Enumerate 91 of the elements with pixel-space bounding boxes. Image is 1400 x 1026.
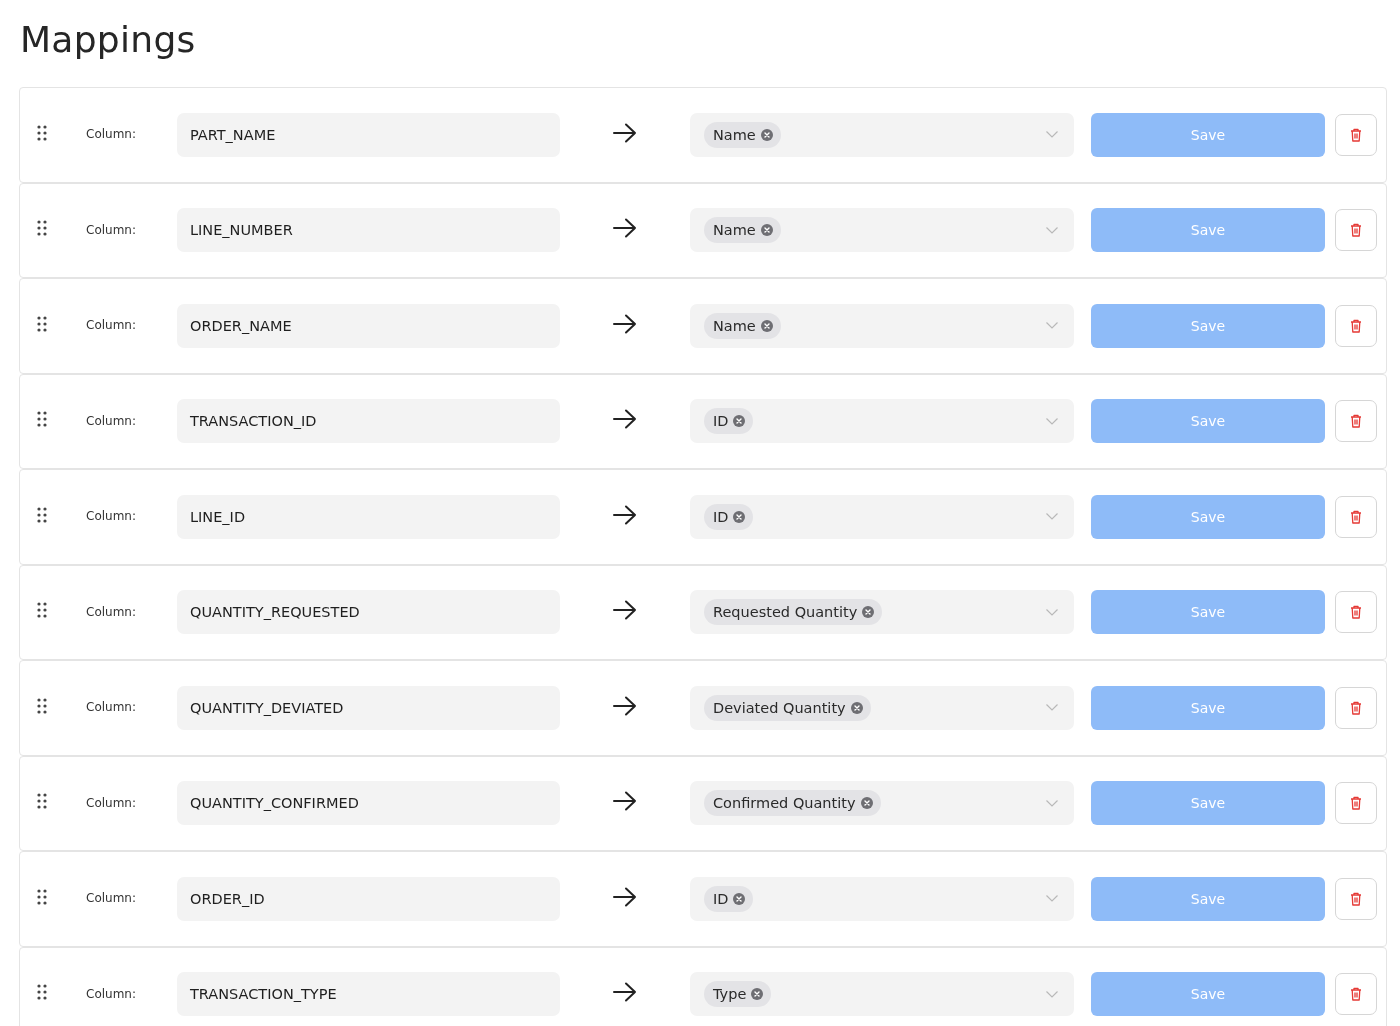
field-select[interactable]: Name: [690, 112, 1074, 157]
tag-label: Name: [713, 126, 756, 143]
drag-handle-icon[interactable]: [37, 220, 47, 237]
tag-label: Requested Quantity: [713, 604, 858, 621]
trash-icon: [1350, 318, 1362, 333]
drag-handle-icon[interactable]: [37, 697, 47, 714]
trash-icon: [1350, 987, 1362, 1002]
delete-button[interactable]: [1335, 113, 1377, 156]
column-label: Column:: [86, 986, 136, 1001]
arrow-right-icon: [613, 791, 637, 812]
delete-button[interactable]: [1335, 877, 1377, 920]
column-input[interactable]: QUANTITY_REQUESTED: [177, 590, 560, 635]
field-select[interactable]: Name: [690, 208, 1074, 253]
delete-button[interactable]: [1335, 495, 1377, 538]
column-label: Column:: [86, 222, 136, 237]
drag-handle-icon[interactable]: [37, 602, 47, 619]
drag-handle-icon[interactable]: [37, 984, 47, 1001]
field-select[interactable]: Name: [690, 303, 1074, 348]
column-label: Column:: [86, 891, 136, 906]
arrow-right-icon: [613, 600, 637, 621]
tag-label: Name: [713, 317, 756, 334]
trash-icon: [1350, 127, 1362, 142]
column-label: Column:: [86, 795, 136, 810]
column-label: Column:: [86, 413, 136, 428]
drag-handle-icon[interactable]: [37, 506, 47, 523]
column-label: Column:: [86, 509, 136, 524]
tag-label: ID: [713, 413, 729, 430]
remove-icon[interactable]: [733, 510, 746, 523]
column-label: Column:: [86, 127, 136, 142]
remove-icon[interactable]: [760, 128, 773, 141]
column-input[interactable]: TRANSACTION_TYPE: [177, 972, 560, 1017]
tag-label: ID: [713, 508, 729, 525]
trash-icon: [1350, 223, 1362, 238]
drag-handle-icon[interactable]: [37, 411, 47, 428]
delete-button[interactable]: [1335, 591, 1377, 634]
trash-icon: [1350, 414, 1362, 429]
field-select[interactable]: Deviated Quantity: [690, 685, 1074, 730]
remove-icon[interactable]: [751, 988, 764, 1001]
trash-icon: [1350, 891, 1362, 906]
column-input[interactable]: ORDER_ID: [177, 876, 560, 921]
delete-button[interactable]: [1335, 400, 1377, 443]
column-label: Column:: [86, 318, 136, 333]
arrow-right-icon: [613, 982, 637, 1003]
delete-button[interactable]: [1335, 686, 1377, 729]
trash-icon: [1350, 796, 1362, 811]
column-input[interactable]: QUANTITY_CONFIRMED: [177, 781, 560, 826]
arrow-right-icon: [613, 504, 637, 525]
remove-icon[interactable]: [862, 606, 875, 619]
remove-icon[interactable]: [760, 224, 773, 237]
remove-icon[interactable]: [733, 892, 746, 905]
arrow-right-icon: [613, 695, 637, 716]
delete-button[interactable]: [1335, 973, 1377, 1016]
column-input[interactable]: LINE_NUMBER: [177, 208, 560, 253]
trash-icon: [1350, 605, 1362, 620]
drag-handle-icon[interactable]: [37, 793, 47, 810]
page-title: Mappings: [19, 18, 197, 62]
drag-handle-icon[interactable]: [37, 315, 47, 332]
remove-icon[interactable]: [760, 319, 773, 332]
trash-icon: [1350, 509, 1362, 524]
field-select[interactable]: Type: [690, 972, 1074, 1017]
remove-icon[interactable]: [860, 797, 873, 810]
delete-button[interactable]: [1335, 209, 1377, 252]
column-input[interactable]: QUANTITY_DEVIATED: [177, 685, 560, 730]
delete-button[interactable]: [1335, 304, 1377, 347]
trash-icon: [1350, 700, 1362, 715]
field-select[interactable]: Confirmed Quantity: [690, 781, 1074, 826]
arrow-right-icon: [613, 122, 637, 143]
drag-handle-icon[interactable]: [37, 888, 47, 905]
arrow-right-icon: [613, 409, 637, 430]
arrow-right-icon: [613, 218, 637, 239]
drag-handle-icon[interactable]: [37, 124, 47, 141]
column-input[interactable]: PART_NAME: [177, 112, 560, 157]
arrow-right-icon: [613, 886, 637, 907]
column-label: Column:: [86, 604, 136, 619]
field-select[interactable]: ID: [690, 494, 1074, 539]
field-select[interactable]: ID: [690, 876, 1074, 921]
field-select[interactable]: ID: [690, 399, 1074, 444]
remove-icon[interactable]: [850, 701, 863, 714]
arrow-right-icon: [613, 313, 637, 334]
tag-label: Deviated Quantity: [713, 699, 846, 716]
tag-label: Confirmed Quantity: [713, 795, 856, 812]
column-input[interactable]: LINE_ID: [177, 494, 560, 539]
delete-button[interactable]: [1335, 782, 1377, 825]
tag-label: Name: [713, 222, 756, 239]
tag-label: Type: [713, 986, 747, 1003]
column-label: Column:: [86, 700, 136, 715]
remove-icon[interactable]: [733, 415, 746, 428]
column-input[interactable]: TRANSACTION_ID: [177, 399, 560, 444]
tag-label: ID: [713, 890, 729, 907]
field-select[interactable]: Requested Quantity: [690, 590, 1074, 635]
column-input[interactable]: ORDER_NAME: [177, 303, 560, 348]
